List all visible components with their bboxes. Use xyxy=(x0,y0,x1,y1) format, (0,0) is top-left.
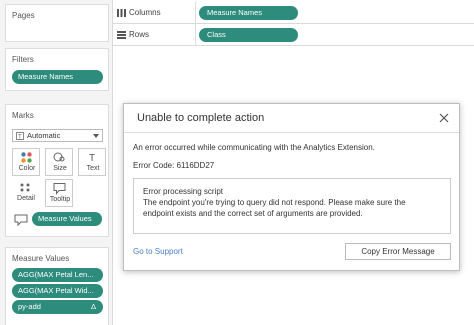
text-icon: T xyxy=(89,153,95,164)
delta-icon: Δ xyxy=(90,302,96,311)
details-line: The endpoint you're trying to query did … xyxy=(143,198,406,207)
mark-color-label: Color xyxy=(18,165,36,172)
measure-values-card: Measure Values AGG(MAX Petal Len... AGG(… xyxy=(5,247,109,325)
mark-size-label: Size xyxy=(53,165,67,172)
rows-icon xyxy=(117,31,126,39)
columns-shelf[interactable]: Columns Measure Names xyxy=(113,2,474,24)
dropdown-icon xyxy=(93,134,99,138)
size-icon xyxy=(53,152,65,162)
color-icon xyxy=(21,152,32,163)
mark-tooltip-label: Tooltip xyxy=(49,196,71,203)
dialog-divider xyxy=(124,132,459,133)
svg-text:T: T xyxy=(89,153,95,164)
measure-pill-petal-length[interactable]: AGG(MAX Petal Len... xyxy=(12,268,103,282)
error-dialog: Unable to complete action An error occur… xyxy=(123,103,460,271)
detail-icon xyxy=(20,183,30,192)
mark-size-button[interactable]: Size xyxy=(45,148,73,176)
rows-pill-class[interactable]: Class xyxy=(199,28,298,42)
columns-icon xyxy=(117,9,126,17)
filters-card[interactable]: Filters Measure Names xyxy=(5,48,109,91)
pages-card[interactable]: Pages xyxy=(5,4,109,42)
tooltip-icon xyxy=(14,214,28,227)
details-line: endpoint exists and the correct set of a… xyxy=(143,209,363,218)
marks-title: Marks xyxy=(12,111,34,120)
dialog-title: Unable to complete action xyxy=(137,112,265,124)
columns-label: Columns xyxy=(129,8,161,17)
error-details-box: Error processing script The endpoint you… xyxy=(133,178,451,234)
py-add-label: py-add xyxy=(18,302,41,311)
measure-values-title: Measure Values xyxy=(12,254,70,263)
mark-detail-label: Detail xyxy=(17,195,35,202)
close-icon[interactable] xyxy=(439,113,449,123)
columns-separator xyxy=(195,2,196,24)
tooltip-icon xyxy=(53,183,66,195)
mark-text-button[interactable]: T Text xyxy=(78,148,106,176)
dialog-message: An error occurred while communicating wi… xyxy=(133,143,375,152)
marks-card: Marks T Automatic Color Size T Text Deta… xyxy=(5,104,109,237)
mark-text-label: Text xyxy=(86,165,100,172)
measure-pill-petal-width[interactable]: AGG(MAX Petal Wid... xyxy=(12,284,103,298)
pages-title: Pages xyxy=(12,11,35,20)
copy-error-message-button[interactable]: Copy Error Message xyxy=(345,243,451,260)
mark-detail-button[interactable]: Detail xyxy=(12,179,40,207)
go-to-support-link[interactable]: Go to Support xyxy=(133,247,183,256)
rows-label: Rows xyxy=(129,30,150,39)
filter-pill-measure-names[interactable]: Measure Names xyxy=(12,70,103,84)
mark-type-label: Automatic xyxy=(27,131,61,140)
marks-pill-measure-values[interactable]: Measure Values xyxy=(32,212,102,226)
rows-separator xyxy=(195,24,196,46)
sidebar: Pages Filters Measure Names Marks T Auto… xyxy=(0,0,112,325)
mark-type-icon: T xyxy=(16,132,24,140)
mark-color-button[interactable]: Color xyxy=(12,148,40,176)
measure-pill-py-add[interactable]: py-add Δ xyxy=(12,300,103,314)
mark-tooltip-button[interactable]: Tooltip xyxy=(45,179,73,207)
error-code: Error Code: 6116DD27 xyxy=(133,161,215,170)
columns-pill-measure-names[interactable]: Measure Names xyxy=(199,6,298,20)
svg-text:T: T xyxy=(18,135,22,141)
details-line: Error processing script xyxy=(143,187,224,196)
rows-shelf[interactable]: Rows Class xyxy=(113,24,474,46)
filters-title: Filters xyxy=(12,55,34,64)
mark-type-dropdown[interactable]: T Automatic xyxy=(12,129,103,142)
sidebar-divider xyxy=(112,0,113,325)
